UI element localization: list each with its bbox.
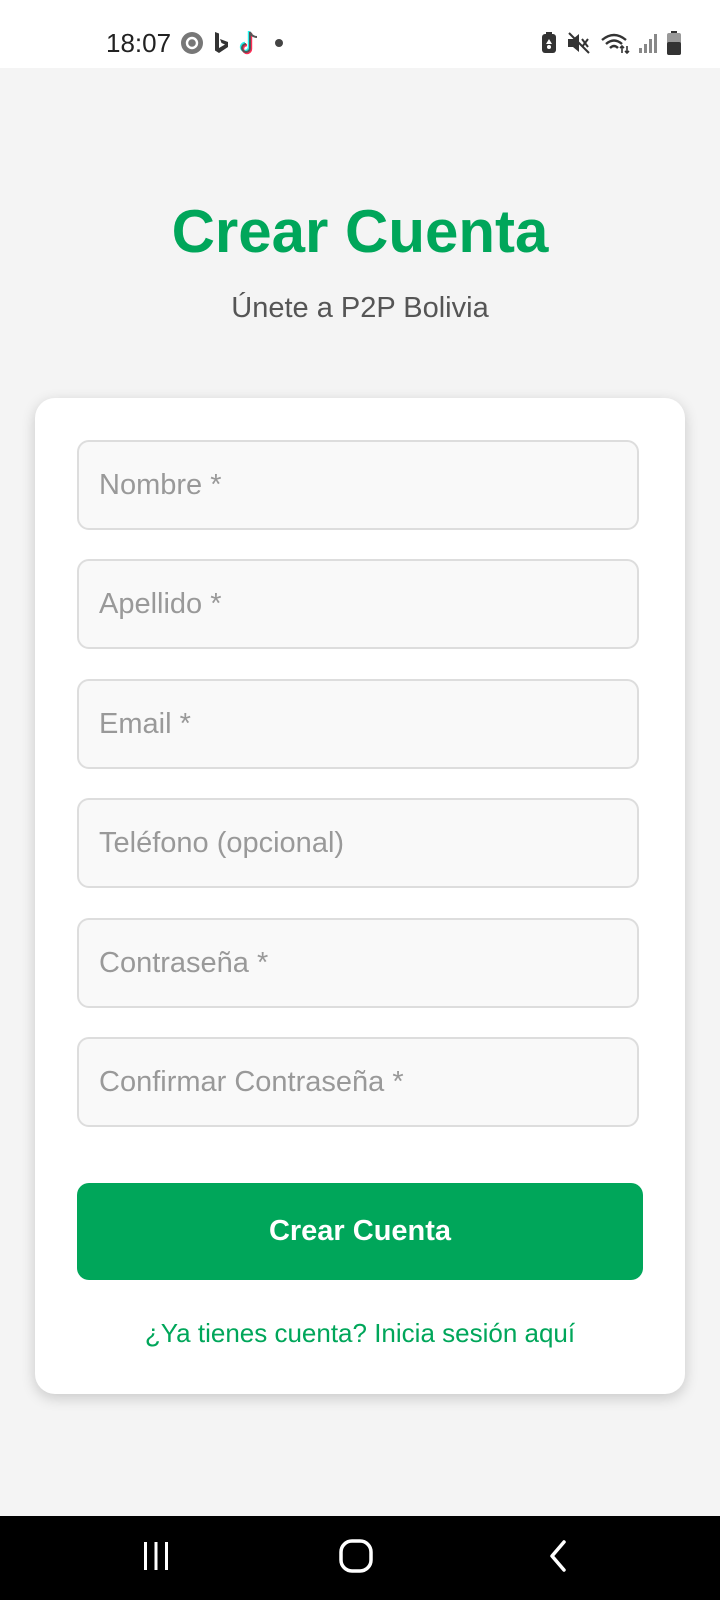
tiktok-icon bbox=[238, 30, 262, 56]
threads-icon bbox=[180, 31, 204, 55]
notification-dot-icon bbox=[270, 31, 288, 55]
confirm-password-field[interactable] bbox=[77, 1037, 639, 1127]
mute-icon bbox=[566, 31, 592, 55]
recents-icon bbox=[141, 1541, 171, 1576]
apellido-field[interactable] bbox=[77, 559, 639, 649]
battery-icon bbox=[666, 30, 682, 56]
status-bar: 18:07 bbox=[0, 0, 720, 68]
recents-button[interactable] bbox=[96, 1516, 216, 1600]
wifi-icon bbox=[600, 31, 630, 55]
back-button[interactable] bbox=[498, 1516, 618, 1600]
login-link[interactable]: ¿Ya tienes cuenta? Inicia sesión aquí bbox=[35, 1316, 685, 1350]
email-field[interactable] bbox=[77, 679, 639, 769]
page-title: Crear Cuenta bbox=[171, 198, 549, 265]
register-form-card: Crear Cuenta ¿Ya tienes cuenta? Inicia s… bbox=[35, 398, 685, 1394]
password-field[interactable] bbox=[77, 918, 639, 1008]
status-system-icons bbox=[540, 30, 682, 56]
nombre-field[interactable] bbox=[77, 440, 639, 530]
create-account-button[interactable]: Crear Cuenta bbox=[77, 1183, 643, 1280]
system-nav-bar bbox=[0, 1516, 720, 1600]
status-notification-icons bbox=[180, 30, 288, 56]
page-subtitle: Únete a P2P Bolivia bbox=[231, 292, 489, 324]
signal-icon bbox=[638, 31, 658, 55]
telefono-field[interactable] bbox=[77, 798, 639, 888]
bing-icon bbox=[212, 31, 230, 55]
back-icon bbox=[546, 1539, 570, 1577]
battery-saver-icon bbox=[540, 31, 558, 55]
home-button[interactable] bbox=[296, 1516, 416, 1600]
status-time: 18:07 bbox=[106, 28, 172, 58]
home-icon bbox=[339, 1538, 373, 1578]
